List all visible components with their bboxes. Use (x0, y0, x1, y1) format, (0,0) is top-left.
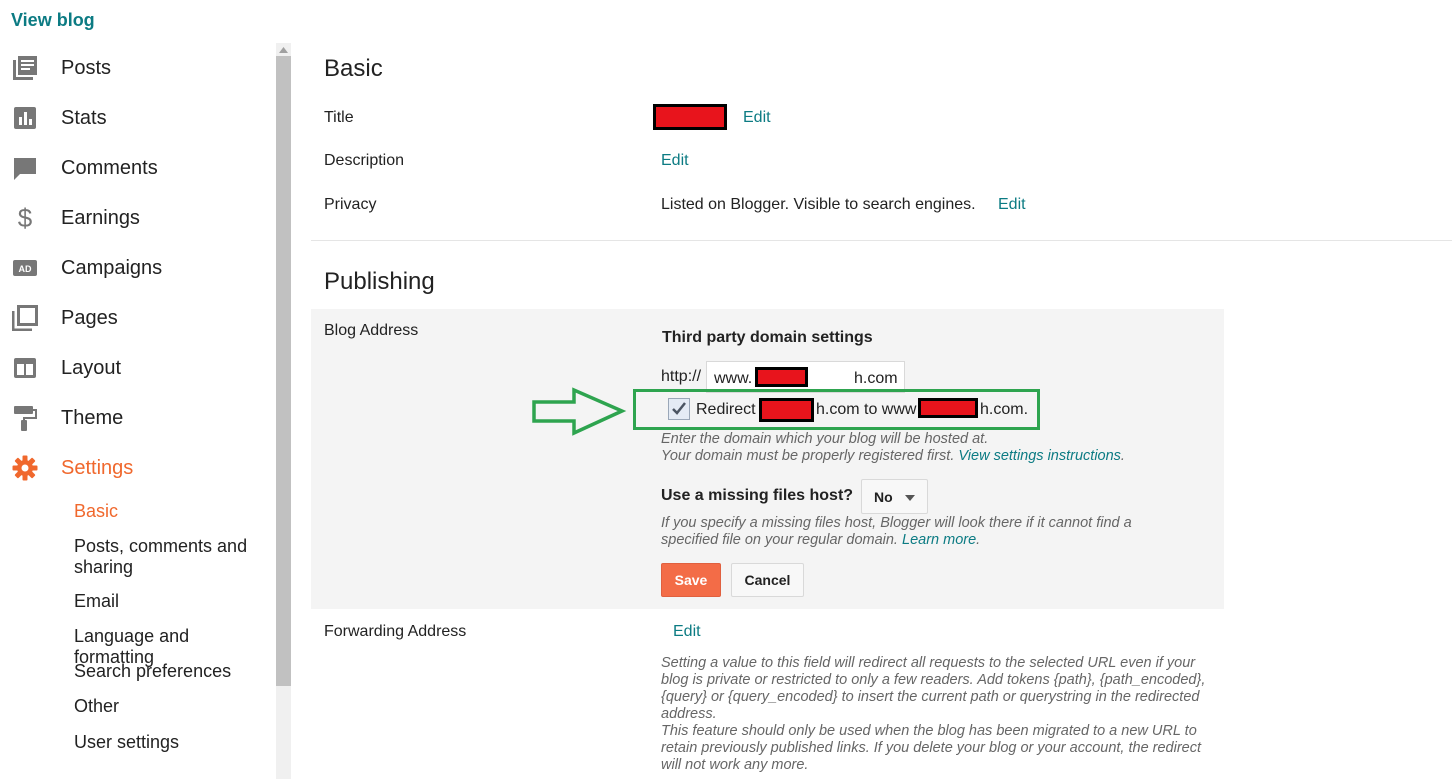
layout-icon (12, 355, 38, 381)
view-blog-link[interactable]: View blog (11, 10, 95, 31)
missing-files-help: If you specify a missing files host, Blo… (661, 515, 1132, 548)
paint-roller-icon (12, 405, 38, 431)
missing-files-label: Use a missing files host? (661, 487, 854, 504)
sidebar-item-stats[interactable]: Stats (0, 100, 270, 136)
sidebar-item-layout[interactable]: Layout (0, 350, 270, 386)
sidebar-item-label: Settings (61, 456, 134, 479)
forwarding-help-text: Setting a value to this field will redir… (661, 655, 1206, 773)
basic-section-title: Basic (324, 55, 383, 82)
arrow-right-icon (532, 387, 627, 436)
privacy-label: Privacy (324, 196, 377, 213)
privacy-value: Listed on Blogger. Visible to search eng… (661, 196, 976, 213)
missing-files-value: No (874, 489, 893, 505)
http-prefix: http:// (661, 368, 702, 385)
redacted-domain (755, 367, 808, 387)
sidebar-item-theme[interactable]: Theme (0, 400, 270, 436)
missing-files-select[interactable]: No (861, 479, 928, 514)
svg-text:AD: AD (19, 264, 32, 274)
sidebar-item-campaigns[interactable]: AD Campaigns (0, 250, 270, 286)
forwarding-edit-link[interactable]: Edit (673, 623, 701, 641)
sidebar-item-settings[interactable]: Settings (0, 450, 270, 486)
sidebar-item-label: Theme (61, 406, 124, 429)
view-settings-instructions-link[interactable]: View settings instructions (958, 448, 1121, 464)
save-button[interactable]: Save (661, 563, 721, 597)
sidebar-item-posts[interactable]: Posts (0, 50, 270, 86)
settings-sub-other[interactable]: Other (74, 696, 274, 717)
title-label: Title (324, 109, 354, 126)
description-edit-link[interactable]: Edit (661, 152, 689, 170)
scroll-up-button[interactable] (276, 43, 291, 56)
domain-suffix: h.com (854, 370, 898, 387)
title-edit-link[interactable]: Edit (743, 109, 771, 127)
blog-address-label: Blog Address (324, 322, 419, 339)
sidebar-item-label: Comments (61, 156, 158, 179)
highlight-box (633, 389, 1040, 430)
scrollbar-thumb[interactable] (276, 56, 291, 686)
settings-sub-basic[interactable]: Basic (74, 501, 274, 522)
description-label: Description (324, 152, 405, 169)
sidebar-item-label: Posts (61, 56, 112, 79)
settings-sub-user[interactable]: User settings (74, 732, 274, 753)
domain-help-text: Enter the domain which your blog will be… (661, 431, 1125, 464)
third-party-heading: Third party domain settings (662, 329, 873, 346)
cancel-button[interactable]: Cancel (731, 563, 804, 597)
sidebar-item-label: Pages (61, 306, 118, 329)
privacy-edit-link[interactable]: Edit (998, 196, 1026, 214)
learn-more-link[interactable]: Learn more (902, 532, 976, 548)
domain-prefix: www. (714, 370, 753, 387)
sidebar-item-pages[interactable]: Pages (0, 300, 270, 336)
ad-icon: AD (12, 255, 38, 281)
section-divider (311, 240, 1452, 241)
dollar-icon: $ (17, 202, 33, 233)
sidebar-item-label: Campaigns (61, 256, 163, 279)
settings-sub-posts-comments-sharing[interactable]: Posts, comments and sharing (74, 536, 274, 578)
redacted-blog-title (653, 104, 727, 130)
comments-icon (12, 155, 38, 181)
sidebar-item-comments[interactable]: Comments (0, 150, 270, 186)
gear-icon (12, 455, 38, 481)
posts-icon (12, 55, 38, 81)
chevron-down-icon (905, 495, 915, 501)
settings-sub-email[interactable]: Email (74, 591, 274, 612)
sidebar-item-label: Stats (61, 106, 107, 129)
publishing-section-title: Publishing (324, 268, 435, 295)
sidebar-item-label: Layout (61, 356, 122, 379)
forwarding-address-label: Forwarding Address (324, 623, 467, 640)
chevron-up-icon (279, 46, 288, 53)
settings-sub-search[interactable]: Search preferences (74, 661, 274, 682)
sidebar-item-label: Earnings (61, 206, 140, 229)
stats-icon (12, 105, 38, 131)
pages-icon (12, 305, 38, 331)
sidebar-item-earnings[interactable]: $ Earnings (0, 200, 270, 236)
